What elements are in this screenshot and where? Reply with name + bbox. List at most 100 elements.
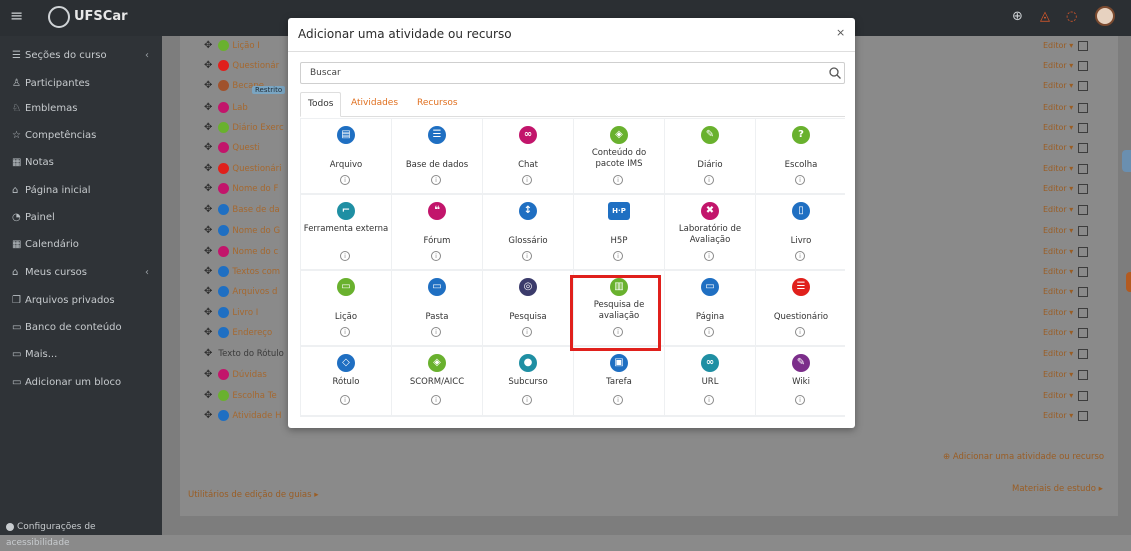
- activity-name[interactable]: Escolha Te: [232, 391, 276, 401]
- completion-checkbox[interactable]: [1078, 142, 1089, 153]
- info-icon[interactable]: i: [340, 251, 350, 261]
- course-activity-row[interactable]: ✥ Nome do G: [204, 222, 280, 240]
- activity-tile[interactable]: ▭ Lição i: [301, 271, 391, 345]
- editor-dropdown[interactable]: Editor ▾: [1043, 81, 1073, 90]
- activity-name[interactable]: Questi: [232, 143, 259, 153]
- activity-tile[interactable]: ∞ URL i: [665, 347, 755, 415]
- sidebar-item-participantes[interactable]: ♙ Participantes: [12, 74, 157, 94]
- completion-checkbox[interactable]: [1078, 225, 1089, 236]
- search-input[interactable]: Buscar: [300, 62, 845, 84]
- activity-tile[interactable]: ▭ Pasta i: [392, 271, 482, 345]
- completion-checkbox[interactable]: [1078, 307, 1089, 318]
- activity-name[interactable]: Nome do F: [232, 184, 278, 194]
- info-icon[interactable]: i: [431, 327, 441, 337]
- sidebar-item-arquivos-privados[interactable]: ❐ Arquivos privados: [12, 291, 157, 311]
- activity-tile[interactable]: ↕ Glossário i: [483, 195, 573, 269]
- move-icon[interactable]: ✥: [204, 60, 212, 71]
- info-icon[interactable]: i: [613, 175, 623, 185]
- sidebar-item-adicionar-bloco[interactable]: ▭ Adicionar um bloco: [12, 373, 157, 393]
- editor-dropdown[interactable]: Editor ▾: [1043, 391, 1073, 400]
- sidebar-item-mais[interactable]: ▭ Mais...: [12, 345, 157, 365]
- move-icon[interactable]: ✥: [204, 142, 212, 153]
- move-icon[interactable]: ✥: [204, 286, 212, 297]
- add-activity-link[interactable]: ⊕ Adicionar uma atividade ou recurso: [943, 452, 1104, 462]
- info-icon[interactable]: i: [795, 251, 805, 261]
- activity-name[interactable]: Nome do c: [232, 247, 278, 257]
- editor-dropdown[interactable]: Editor ▾: [1043, 308, 1073, 317]
- tab-recursos[interactable]: Recursos: [410, 92, 465, 115]
- completion-checkbox[interactable]: [1078, 122, 1089, 133]
- course-activity-row[interactable]: ✥ Nome do c: [204, 243, 278, 261]
- move-icon[interactable]: ✥: [204, 307, 212, 318]
- info-icon[interactable]: i: [704, 251, 714, 261]
- editor-dropdown[interactable]: Editor ▾: [1043, 247, 1073, 256]
- activity-name[interactable]: Dúvidas: [232, 370, 266, 380]
- course-activity-row[interactable]: ✥ Atividade H: [204, 407, 281, 425]
- activity-tile[interactable]: ☰ Base de dados i: [392, 119, 482, 193]
- editor-dropdown[interactable]: Editor ▾: [1043, 328, 1073, 337]
- globe-icon[interactable]: ⊕: [1012, 9, 1023, 24]
- editor-dropdown[interactable]: Editor ▾: [1043, 411, 1073, 420]
- course-activity-row[interactable]: ✥ Lição I: [204, 37, 260, 55]
- course-activity-row[interactable]: ✥ Dúvidas: [204, 366, 267, 384]
- activity-tile[interactable]: ∞ Chat i: [483, 119, 573, 193]
- course-activity-row[interactable]: ✥ Arquivos d: [204, 283, 277, 301]
- move-icon[interactable]: ✥: [204, 410, 212, 421]
- info-icon[interactable]: i: [431, 175, 441, 185]
- activity-tile[interactable]: ▣ Tarefa i: [574, 347, 664, 415]
- activity-name[interactable]: Questionári: [232, 164, 281, 174]
- activity-name[interactable]: Questionár: [232, 61, 279, 71]
- sidebar-item-pagina-inicial[interactable]: ⌂ Página inicial: [12, 181, 157, 201]
- editor-dropdown[interactable]: Editor ▾: [1043, 287, 1073, 296]
- info-icon[interactable]: i: [795, 395, 805, 405]
- move-icon[interactable]: ✥: [204, 348, 212, 359]
- move-icon[interactable]: ✥: [204, 246, 212, 257]
- accessibility-side-tab[interactable]: [1122, 150, 1131, 172]
- tab-atividades[interactable]: Atividades: [344, 92, 405, 115]
- activity-tile[interactable]: ▯ Livro i: [756, 195, 846, 269]
- completion-checkbox[interactable]: [1078, 80, 1089, 91]
- sidebar-item-meus-cursos[interactable]: ⌂ Meus cursos ‹: [12, 263, 157, 283]
- info-icon[interactable]: i: [340, 395, 350, 405]
- bell-icon[interactable]: ◬: [1040, 9, 1050, 24]
- activity-name[interactable]: Lição I: [232, 41, 259, 51]
- editor-dropdown[interactable]: Editor ▾: [1043, 349, 1073, 358]
- activity-tile[interactable]: ✖ Laboratório de Avaliação i: [665, 195, 755, 269]
- accessibility-settings-link[interactable]: Configurações de acessibilidade: [6, 519, 162, 548]
- move-icon[interactable]: ✥: [204, 390, 212, 401]
- activity-name[interactable]: Arquivos d: [232, 287, 277, 297]
- editor-dropdown[interactable]: Editor ▾: [1043, 164, 1073, 173]
- info-icon[interactable]: i: [704, 175, 714, 185]
- editor-dropdown[interactable]: Editor ▾: [1043, 184, 1073, 193]
- activity-tile[interactable]: ◈ SCORM/AICC i: [392, 347, 482, 415]
- menu-icon[interactable]: ≡: [10, 8, 26, 24]
- ufscar-logo-icon[interactable]: [48, 6, 70, 28]
- editor-dropdown[interactable]: Editor ▾: [1043, 370, 1073, 379]
- info-icon[interactable]: i: [613, 251, 623, 261]
- activity-tile[interactable]: ▭ Página i: [665, 271, 755, 345]
- info-icon[interactable]: i: [522, 175, 532, 185]
- completion-checkbox[interactable]: [1078, 327, 1089, 338]
- course-activity-row[interactable]: ✥ Livro I: [204, 304, 258, 322]
- drawer-side-tab[interactable]: [1126, 272, 1131, 292]
- avatar[interactable]: [1095, 6, 1115, 26]
- sidebar-item-competencias[interactable]: ☆ Competências: [12, 126, 157, 146]
- move-icon[interactable]: ✥: [204, 327, 212, 338]
- activity-tile[interactable]: ◇ Rótulo i: [301, 347, 391, 415]
- completion-checkbox[interactable]: [1078, 266, 1089, 277]
- sidebar-item-banco-conteudo[interactable]: ▭ Banco de conteúdo: [12, 318, 157, 338]
- move-icon[interactable]: ✥: [204, 163, 212, 174]
- info-icon[interactable]: i: [340, 327, 350, 337]
- activity-tile[interactable]: ⌐ Ferramenta externa i: [301, 195, 391, 269]
- completion-checkbox[interactable]: [1078, 163, 1089, 174]
- editor-dropdown[interactable]: Editor ▾: [1043, 41, 1073, 50]
- move-icon[interactable]: ✥: [204, 369, 212, 380]
- close-icon[interactable]: ×: [836, 26, 845, 39]
- activity-name[interactable]: Texto do Rótulo: [218, 349, 283, 359]
- info-icon[interactable]: i: [795, 327, 805, 337]
- completion-checkbox[interactable]: [1078, 286, 1089, 297]
- completion-checkbox[interactable]: [1078, 40, 1089, 51]
- search-icon[interactable]: [828, 66, 842, 80]
- editor-dropdown[interactable]: Editor ▾: [1043, 205, 1073, 214]
- completion-checkbox[interactable]: [1078, 246, 1089, 257]
